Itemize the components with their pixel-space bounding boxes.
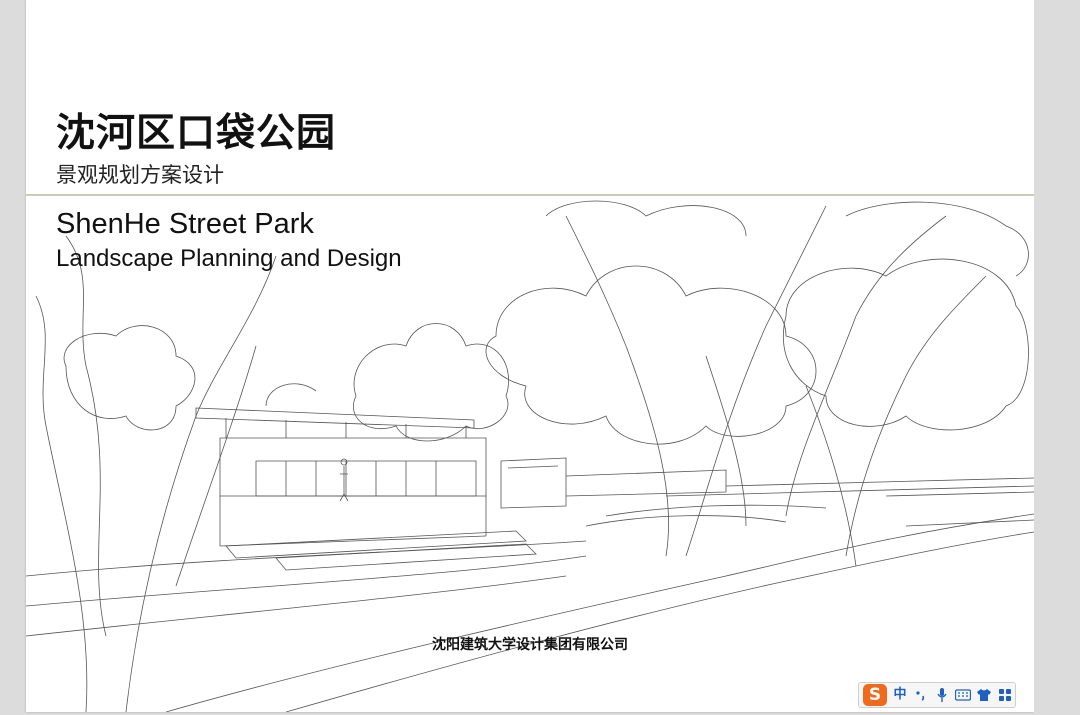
title-block: 沈河区口袋公园 景观规划方案设计	[56, 108, 336, 190]
language-toggle[interactable]: 中	[892, 683, 908, 707]
subtitle-english: Landscape Planning and Design	[56, 245, 402, 272]
keyboard-icon[interactable]	[955, 689, 971, 701]
company-name: 沈阳建筑大学设计集团有限公司	[432, 637, 628, 653]
title-english: ShenHe Street Park	[56, 208, 314, 240]
document-page: 沈河区口袋公园 景观规划方案设计 ShenHe Street Park Land…	[26, 0, 1034, 712]
ime-toolbar[interactable]: S 中	[858, 682, 1016, 708]
toolbox-icon[interactable]	[997, 688, 1013, 702]
skin-icon[interactable]	[976, 688, 992, 702]
header-divider	[26, 194, 1034, 196]
document-viewer: 沈河区口袋公园 景观规划方案设计 ShenHe Street Park Land…	[0, 0, 1080, 715]
sogou-logo-icon[interactable]: S	[863, 684, 887, 706]
subtitle-chinese: 景观规划方案设计	[56, 163, 224, 187]
right-scroll-area[interactable]	[1034, 0, 1080, 715]
title-chinese: 沈河区口袋公园	[56, 111, 337, 156]
microphone-icon[interactable]	[934, 687, 950, 703]
punctuation-icon[interactable]	[913, 688, 929, 702]
